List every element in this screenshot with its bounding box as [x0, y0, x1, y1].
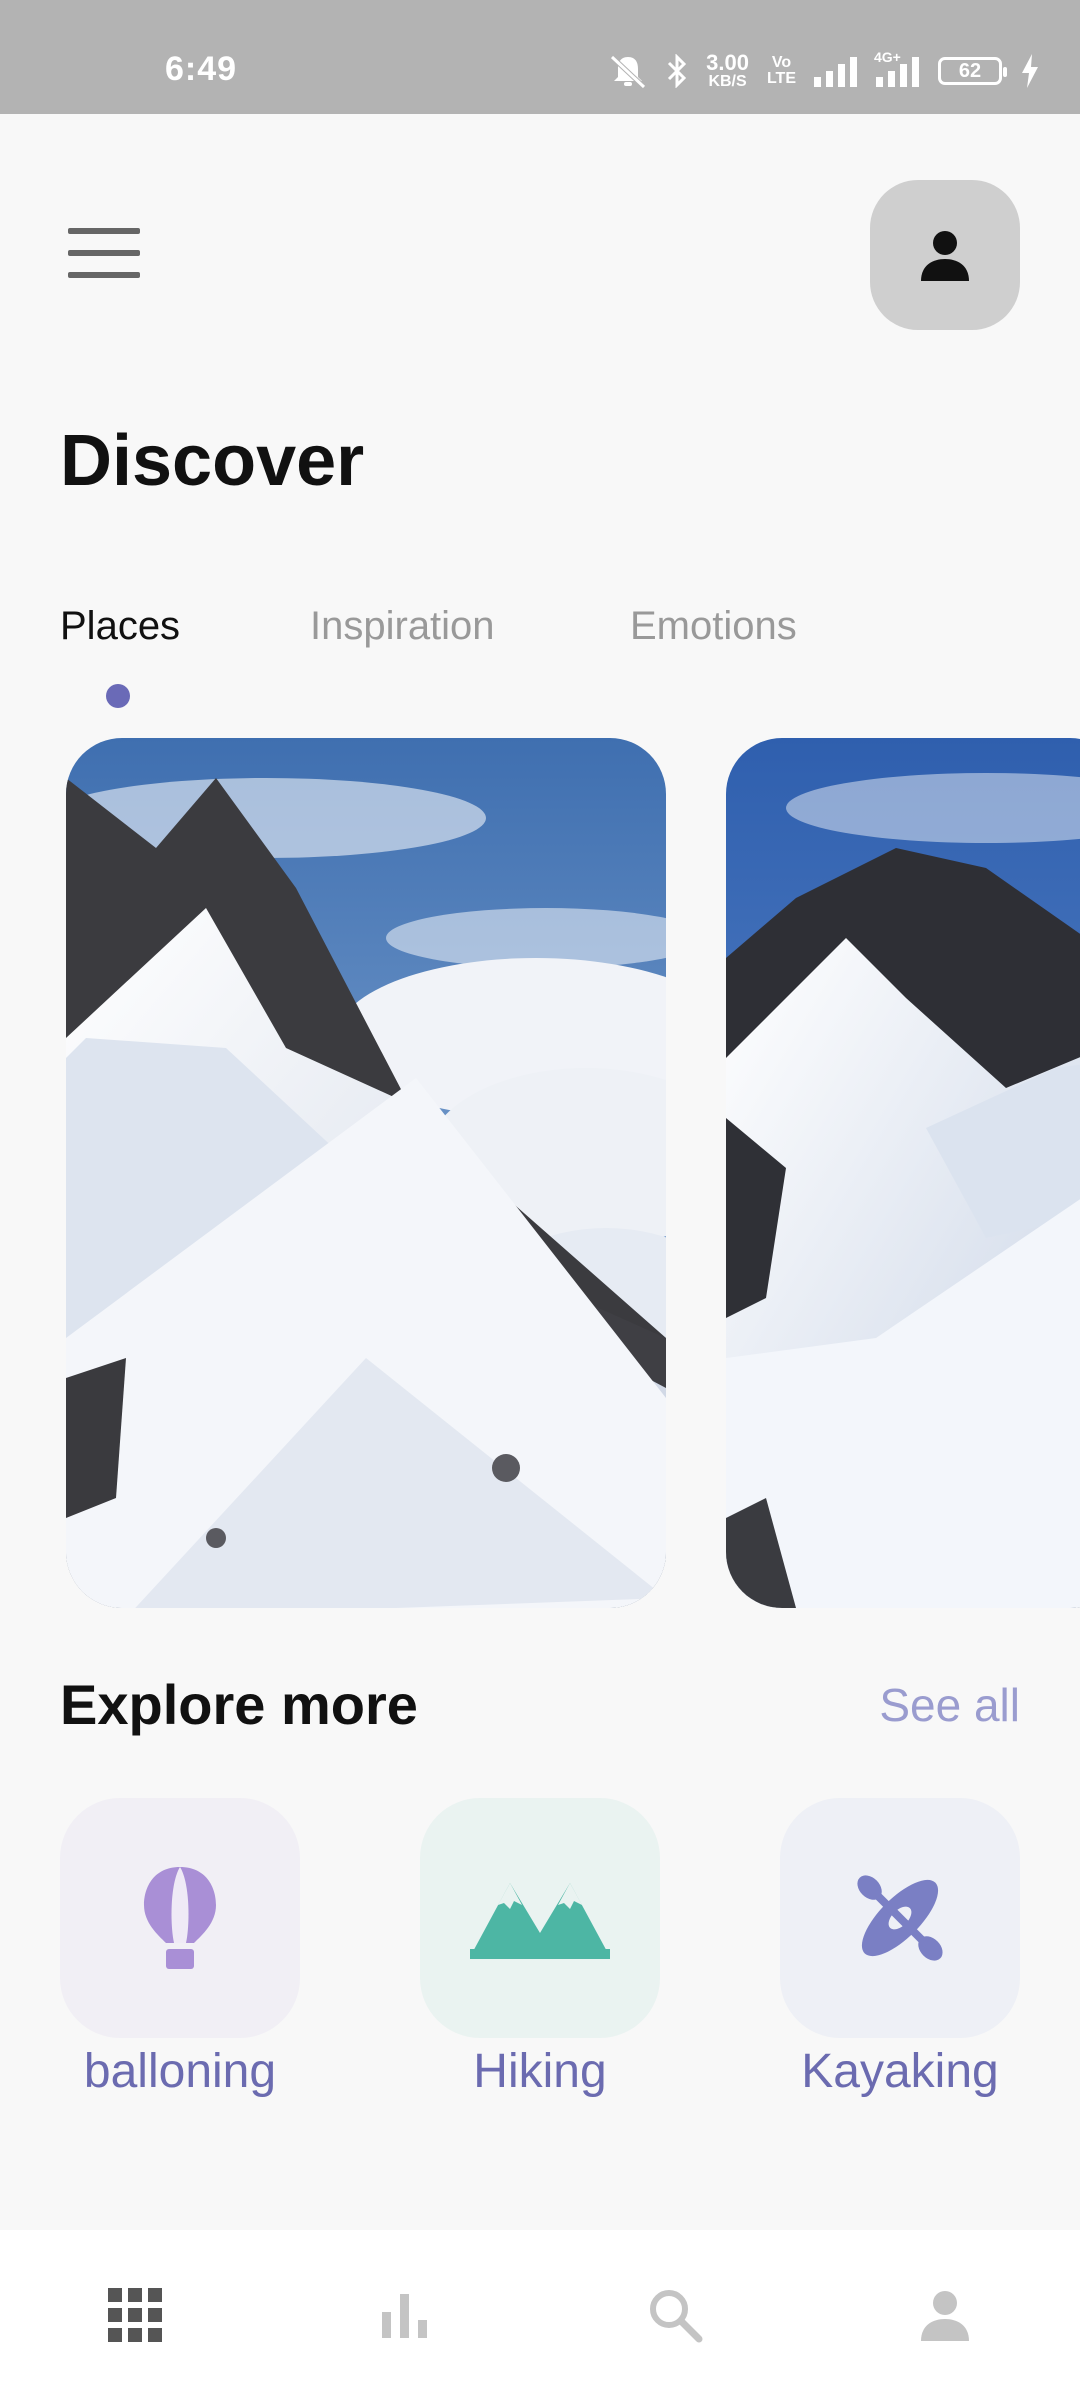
bottom-nav [0, 2230, 1080, 2400]
active-tab-indicator [106, 684, 130, 708]
tab-places[interactable]: Places [60, 604, 180, 649]
mute-bell-icon [608, 53, 648, 89]
battery-icon: 62 [938, 57, 1007, 85]
see-all-link[interactable]: See all [879, 1678, 1020, 1732]
person-icon [921, 231, 969, 281]
nav-search[interactable] [640, 2280, 710, 2350]
signal-icon [814, 55, 858, 87]
category-tile [60, 1798, 300, 2038]
person-icon [921, 2291, 969, 2341]
category-label: balloning [83, 2045, 277, 2098]
section-title: Explore more [60, 1673, 418, 1736]
place-card[interactable] [726, 738, 1080, 1608]
snowy-mountain-ridge-image [66, 738, 666, 1608]
page-title: Discover [60, 421, 365, 501]
menu-button[interactable] [68, 228, 140, 282]
menu-line [68, 272, 140, 278]
bar-chart-icon [382, 2294, 427, 2338]
category-kayaking[interactable]: Kayaking [780, 1798, 1020, 2099]
volte-indicator: Vo LTE [766, 54, 796, 87]
category-label: Hiking [473, 2045, 607, 2098]
kayak-icon [857, 1875, 943, 1961]
hot-air-balloon-icon [144, 1867, 216, 1969]
status-time: 6:49 [165, 50, 238, 88]
mountains-icon [470, 1883, 610, 1959]
search-icon [650, 2290, 703, 2343]
category-hiking[interactable]: Hiking [420, 1798, 660, 2099]
tab-inspiration[interactable]: Inspiration [310, 604, 495, 649]
signal-4g-icon: 4G+ [874, 49, 920, 87]
nav-home[interactable] [100, 2280, 170, 2350]
place-card[interactable] [66, 738, 666, 1608]
nav-stats[interactable] [370, 2280, 440, 2350]
network-speed: 3.00 KB/S [706, 50, 749, 90]
charging-icon [1020, 54, 1040, 88]
tab-bar: Places Inspiration Emotions [60, 604, 960, 664]
profile-button[interactable] [870, 180, 1020, 330]
menu-line [68, 228, 140, 234]
status-bar: 6:49 3.00 KB/S Vo LTE 4G+ 62 [0, 0, 1080, 114]
tab-emotions[interactable]: Emotions [630, 604, 797, 649]
status-icons: 3.00 KB/S Vo LTE 4G+ 62 [608, 49, 1040, 90]
category-tile [780, 1798, 1020, 2038]
category-tile [420, 1798, 660, 2038]
nav-profile[interactable] [910, 2280, 980, 2350]
bluetooth-icon [666, 54, 688, 88]
grid-icon [108, 2288, 162, 2342]
category-balloning[interactable]: balloning [60, 1798, 300, 2099]
category-label: Kayaking [801, 2045, 999, 2098]
snowy-mountain-peak-image [726, 738, 1080, 1608]
menu-line [68, 250, 140, 256]
